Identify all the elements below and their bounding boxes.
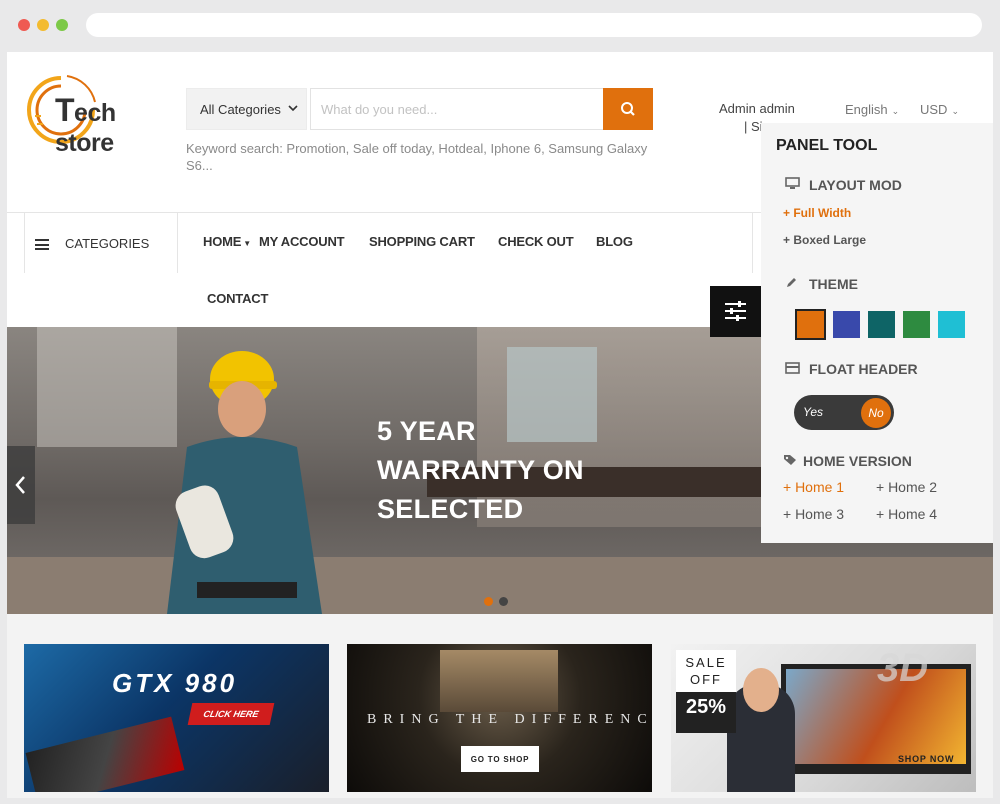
logo-text: Tech store bbox=[55, 92, 116, 157]
minimize-window-dot[interactable] bbox=[37, 19, 49, 31]
banner-bring-title: BRING THE DIFFERENCE bbox=[367, 712, 652, 727]
logo[interactable]: Tech store bbox=[23, 72, 153, 157]
signin-link[interactable]: | Si bbox=[744, 119, 763, 134]
home-1-link[interactable]: + Home 1 bbox=[783, 479, 844, 495]
keyword-suggestions: Keyword search: Promotion, Sale off toda… bbox=[186, 141, 648, 173]
theme-heading: THEME bbox=[785, 276, 858, 292]
search-button[interactable] bbox=[603, 88, 653, 130]
nav-divider bbox=[177, 213, 178, 273]
slider-dot-active[interactable] bbox=[484, 597, 493, 606]
toggle-yes[interactable]: Yes bbox=[798, 399, 828, 426]
page-viewport: Tech store All Categories Keyword search… bbox=[7, 52, 993, 798]
layout-mod-heading: LAYOUT MOD bbox=[785, 177, 902, 193]
maximize-window-dot[interactable] bbox=[56, 19, 68, 31]
theme-swatch-teal[interactable] bbox=[868, 311, 895, 338]
hero-heading: 5 YEAR WARRANTY ON SELECTED bbox=[377, 416, 584, 524]
promo-banners: GTX 980 CLICK HERE BRING THE DIFFERENCE … bbox=[7, 614, 993, 798]
address-bar[interactable] bbox=[86, 13, 982, 37]
search-icon bbox=[621, 102, 635, 116]
chevron-down-icon: ⌄ bbox=[891, 106, 900, 116]
language-select[interactable]: English ⌄ bbox=[845, 102, 899, 117]
projector-screen-image bbox=[440, 650, 558, 712]
banner-gtx-title: GTX 980 bbox=[112, 668, 238, 698]
layout-boxed-large-link[interactable]: + Boxed Large bbox=[783, 233, 866, 247]
sliders-icon bbox=[725, 301, 746, 321]
slider-dot[interactable] bbox=[499, 597, 508, 606]
nav-divider bbox=[752, 213, 753, 273]
home-4-link[interactable]: + Home 4 bbox=[876, 506, 937, 522]
home-2-link[interactable]: + Home 2 bbox=[876, 479, 937, 495]
chevron-down-icon bbox=[288, 103, 298, 115]
sale-badge: SALE OFF 25% bbox=[676, 650, 736, 733]
go-to-shop-button[interactable]: GO TO SHOP bbox=[461, 746, 539, 772]
banner-projector[interactable]: BRING THE DIFFERENCE GO TO SHOP bbox=[347, 644, 652, 792]
nav-divider bbox=[24, 213, 25, 273]
nav-home[interactable]: HOME ▼ bbox=[203, 234, 251, 249]
layout-full-width-link[interactable]: + Full Width bbox=[783, 206, 851, 220]
nav-blog[interactable]: BLOG bbox=[596, 234, 633, 249]
banner-gtx[interactable]: GTX 980 CLICK HERE bbox=[24, 644, 329, 792]
theme-swatch-blue[interactable] bbox=[833, 311, 860, 338]
float-header-toggle[interactable]: Yes No bbox=[794, 395, 894, 430]
gpu-image bbox=[25, 716, 185, 792]
close-window-dot[interactable] bbox=[18, 19, 30, 31]
banner-3d-tv[interactable]: 3D SALE OFF 25% SHOP NOW bbox=[671, 644, 976, 792]
man-head-image bbox=[743, 668, 779, 712]
hero-worker-image bbox=[167, 351, 322, 614]
account-link[interactable]: Admin admin bbox=[719, 101, 795, 116]
float-header-heading: FLOAT HEADER bbox=[785, 361, 918, 377]
theme-swatch-green[interactable] bbox=[903, 311, 930, 338]
caret-down-icon: ▼ bbox=[243, 239, 251, 248]
currency-select[interactable]: USD ⌄ bbox=[920, 102, 959, 117]
shop-now-link[interactable]: SHOP NOW bbox=[898, 754, 955, 767]
category-select[interactable]: All Categories bbox=[186, 88, 307, 130]
tags-icon bbox=[783, 453, 799, 469]
slider-prev-button[interactable] bbox=[7, 446, 35, 524]
chevron-down-icon: ⌄ bbox=[951, 106, 959, 116]
pencil-icon bbox=[785, 276, 801, 292]
nav-check-out[interactable]: CHECK OUT bbox=[498, 234, 574, 249]
home-3-link[interactable]: + Home 3 bbox=[783, 506, 844, 522]
category-select-label: All Categories bbox=[200, 102, 281, 117]
theme-swatch-orange[interactable] bbox=[795, 309, 826, 340]
theme-swatch-cyan[interactable] bbox=[938, 311, 965, 338]
panel-tool: PANEL TOOL LAYOUT MOD + Full Width + Box… bbox=[761, 123, 993, 543]
credit-card-icon bbox=[785, 361, 801, 377]
toggle-no[interactable]: No bbox=[861, 398, 891, 428]
browser-chrome bbox=[0, 0, 1000, 52]
search-input[interactable] bbox=[310, 88, 603, 130]
search-bar: All Categories bbox=[186, 88, 654, 130]
nav-shopping-cart[interactable]: SHOPPING CART bbox=[369, 234, 475, 249]
hamburger-icon[interactable] bbox=[35, 239, 49, 250]
nav-contact[interactable]: CONTACT bbox=[207, 291, 268, 306]
monitor-icon bbox=[785, 177, 801, 193]
chevron-left-icon bbox=[15, 476, 25, 494]
nav-my-account[interactable]: MY ACCOUNT bbox=[259, 234, 345, 249]
categories-menu[interactable]: CATEGORIES bbox=[65, 236, 149, 251]
panel-title: PANEL TOOL bbox=[776, 137, 878, 154]
home-version-heading: HOME VERSION bbox=[783, 453, 912, 469]
banner-3d-label: 3D bbox=[877, 646, 929, 690]
panel-toggle-button[interactable] bbox=[710, 286, 761, 337]
click-here-button[interactable]: CLICK HERE bbox=[187, 703, 275, 725]
